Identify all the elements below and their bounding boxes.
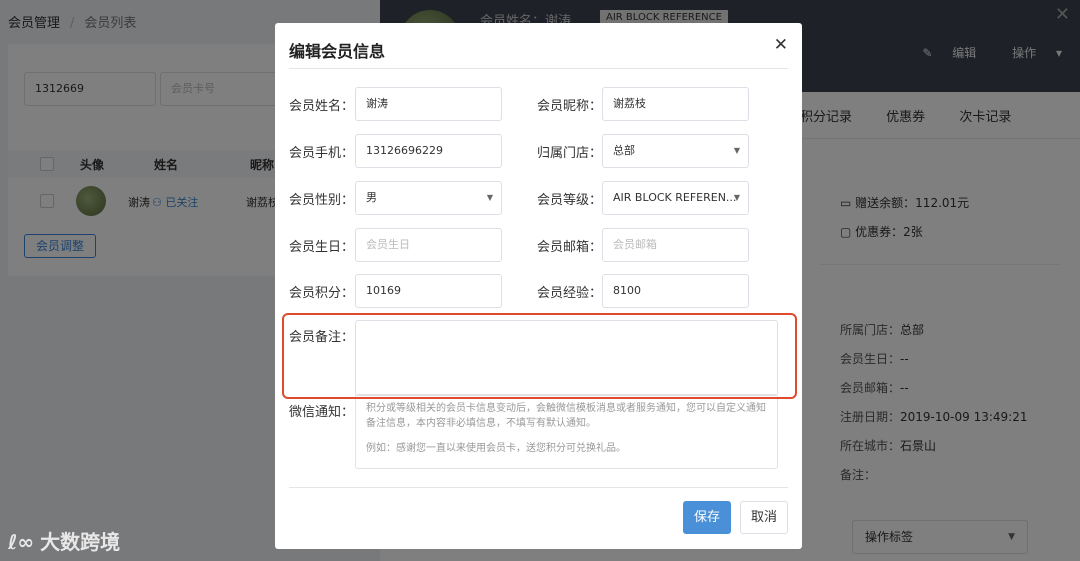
wechat-notice-hint: 积分或等级相关的会员卡信息变动后，会触微信模板消息或者服务通知，您可以自定义通知…	[366, 403, 766, 429]
logo-icon: ℓ∞	[8, 530, 35, 554]
birthday-label: 会员生日：	[289, 240, 355, 255]
wechat-notice-label: 微信通知：	[289, 405, 355, 420]
remark-highlight-box	[282, 313, 797, 399]
birthday-input[interactable]: 会员生日	[355, 228, 502, 262]
modal-title: 编辑会员信息	[289, 42, 386, 61]
edit-member-modal: 编辑会员信息 ✕ 会员姓名： 谢涛 会员昵称： 谢荔枝 会员手机： 131266…	[275, 23, 802, 549]
level-select[interactable]: AIR BLOCK REFEREN... ▼	[602, 181, 749, 215]
name-label: 会员姓名：	[289, 99, 355, 114]
level-label: 会员等级：	[537, 193, 603, 208]
nickname-input[interactable]: 谢荔枝	[602, 87, 749, 121]
caret-down-icon: ▼	[733, 146, 740, 155]
wechat-notice-textarea[interactable]: 积分或等级相关的会员卡信息变动后，会触微信模板消息或者服务通知，您可以自定义通知…	[355, 394, 778, 469]
phone-label: 会员手机：	[289, 146, 355, 161]
experience-input[interactable]: 8100	[602, 274, 749, 308]
name-input[interactable]: 谢涛	[355, 87, 502, 121]
gender-label: 会员性别：	[289, 193, 355, 208]
caret-down-icon: ▼	[486, 193, 493, 202]
close-icon[interactable]: ✕	[774, 35, 788, 55]
email-label: 会员邮箱：	[537, 240, 603, 255]
points-label: 会员积分：	[289, 286, 355, 301]
wechat-notice-example: 例如：感谢您一直以来使用会员卡，送您积分可兑换礼品。	[366, 443, 626, 454]
store-select[interactable]: 总部 ▼	[602, 134, 749, 168]
gender-select[interactable]: 男 ▼	[355, 181, 502, 215]
watermark: ℓ∞ 大数跨境	[8, 530, 121, 554]
save-button[interactable]: 保存	[683, 501, 731, 534]
phone-input[interactable]: 13126696229	[355, 134, 502, 168]
caret-down-icon: ▼	[733, 193, 740, 202]
nickname-label: 会员昵称：	[537, 99, 603, 114]
email-input[interactable]: 会员邮箱	[602, 228, 749, 262]
cancel-button[interactable]: 取消	[740, 501, 788, 534]
experience-label: 会员经验：	[537, 286, 603, 301]
points-input[interactable]: 10169	[355, 274, 502, 308]
store-label: 归属门店：	[537, 146, 603, 161]
